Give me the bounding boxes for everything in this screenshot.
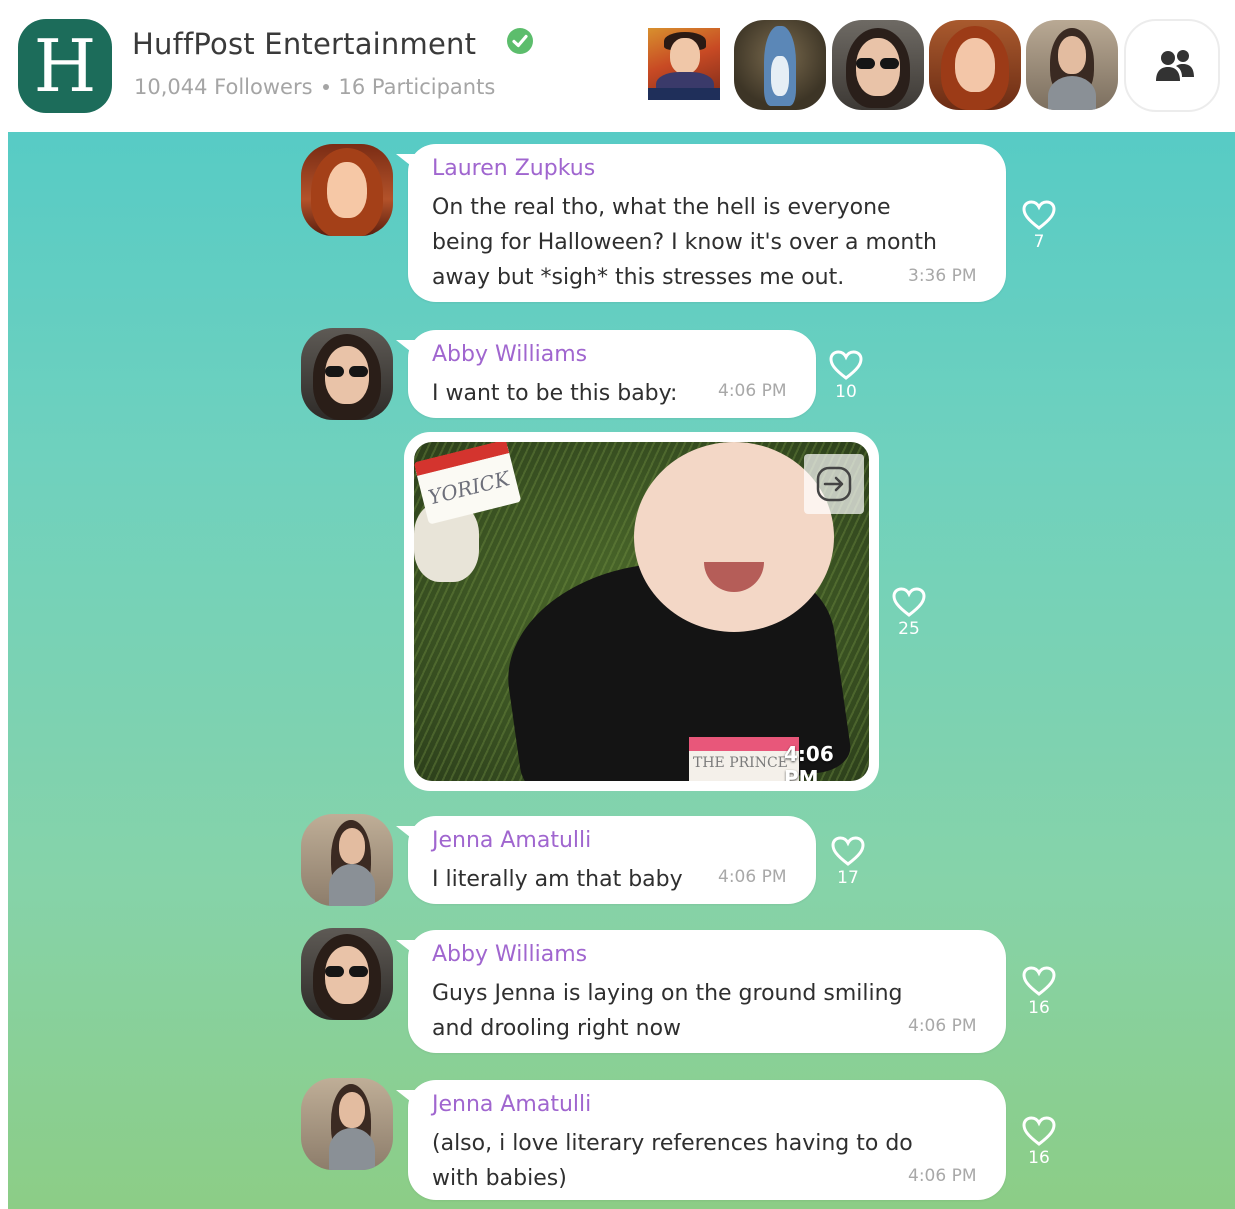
message-time: 4:06 PM xyxy=(718,867,787,887)
huffpost-logo[interactable]: H xyxy=(18,19,112,113)
message-bubble[interactable]: Jenna Amatulli I literally am that baby … xyxy=(408,816,816,904)
participant-avatar-3[interactable] xyxy=(832,20,924,110)
like-button[interactable]: 17 xyxy=(828,836,868,896)
separator-dot xyxy=(322,84,329,90)
name-tag-right: THE PRINCE xyxy=(689,737,799,781)
message-bubble[interactable]: Lauren Zupkus On the real tho, what the … xyxy=(408,144,1006,302)
message-bubble[interactable]: Jenna Amatulli (also, i love literary re… xyxy=(408,1080,1006,1200)
like-count: 10 xyxy=(835,382,857,402)
share-button[interactable] xyxy=(804,454,864,514)
avatar-jenna-amatulli[interactable] xyxy=(301,1078,393,1170)
avatar-abby-williams[interactable] xyxy=(301,328,393,420)
message-time: 4:06 PM xyxy=(908,1016,977,1036)
chat-header: H HuffPost Entertainment 10,044 Follower… xyxy=(0,0,1235,132)
participants-count: 16 Participants xyxy=(338,75,496,99)
heart-icon xyxy=(831,836,865,866)
heart-icon xyxy=(1022,1116,1056,1146)
verified-badge-icon xyxy=(507,28,533,54)
message-time: 4:06 PM xyxy=(718,381,787,401)
participants-button[interactable] xyxy=(1124,19,1220,112)
message-bubble[interactable]: Abby Williams I want to be this baby: 4:… xyxy=(408,330,816,418)
followers-count: 10,044 Followers xyxy=(134,75,313,99)
like-count: 7 xyxy=(1033,232,1045,252)
sender-name[interactable]: Lauren Zupkus xyxy=(432,156,595,181)
sender-name[interactable]: Abby Williams xyxy=(432,342,587,367)
like-count: 17 xyxy=(837,868,859,888)
like-button[interactable]: 16 xyxy=(1019,966,1059,1026)
heart-icon xyxy=(829,350,863,380)
like-button[interactable]: 7 xyxy=(1019,200,1059,260)
share-arrow-icon xyxy=(816,466,852,502)
avatar-lauren-zupkus[interactable] xyxy=(301,144,393,236)
participant-avatar-5[interactable] xyxy=(1026,20,1118,110)
heart-icon xyxy=(892,587,926,617)
participant-avatar-2[interactable] xyxy=(734,20,826,110)
sender-name[interactable]: Abby Williams xyxy=(432,942,587,967)
participant-avatar-4[interactable] xyxy=(929,20,1021,110)
message-bubble[interactable]: Abby Williams Guys Jenna is laying on th… xyxy=(408,930,1006,1053)
like-button[interactable]: 16 xyxy=(1019,1116,1059,1176)
heart-icon xyxy=(1022,200,1056,230)
like-count: 25 xyxy=(898,619,920,639)
message-text: On the real tho, what the hell is everyo… xyxy=(432,195,937,290)
avatar-abby-williams[interactable] xyxy=(301,928,393,1020)
sender-name[interactable]: Jenna Amatulli xyxy=(432,1092,591,1117)
baby-photo[interactable]: YORICK THE PRINCE 4:06 PM xyxy=(414,442,869,781)
heart-icon xyxy=(1022,966,1056,996)
channel-title[interactable]: HuffPost Entertainment xyxy=(132,27,476,61)
message-text: I literally am that baby xyxy=(432,867,683,892)
people-icon xyxy=(1156,50,1194,81)
channel-stats: 10,044 Followers 16 Participants xyxy=(134,75,495,99)
like-count: 16 xyxy=(1028,1148,1050,1168)
message-feed[interactable]: Lauren Zupkus On the real tho, what the … xyxy=(8,132,1235,1209)
sender-name[interactable]: Jenna Amatulli xyxy=(432,828,591,853)
image-message[interactable]: YORICK THE PRINCE 4:06 PM xyxy=(404,432,879,791)
like-button[interactable]: 25 xyxy=(889,587,929,647)
avatar-jenna-amatulli[interactable] xyxy=(301,814,393,906)
message-text: Guys Jenna is laying on the ground smili… xyxy=(432,981,903,1041)
image-time: 4:06 PM xyxy=(784,742,834,781)
like-count: 16 xyxy=(1028,998,1050,1018)
like-button[interactable]: 10 xyxy=(826,350,866,410)
participant-avatar-1[interactable] xyxy=(648,28,720,100)
message-time: 3:36 PM xyxy=(908,266,977,286)
message-time: 4:06 PM xyxy=(908,1166,977,1186)
message-text: I want to be this baby: xyxy=(432,381,678,406)
message-text: (also, i love literary references having… xyxy=(432,1131,913,1191)
